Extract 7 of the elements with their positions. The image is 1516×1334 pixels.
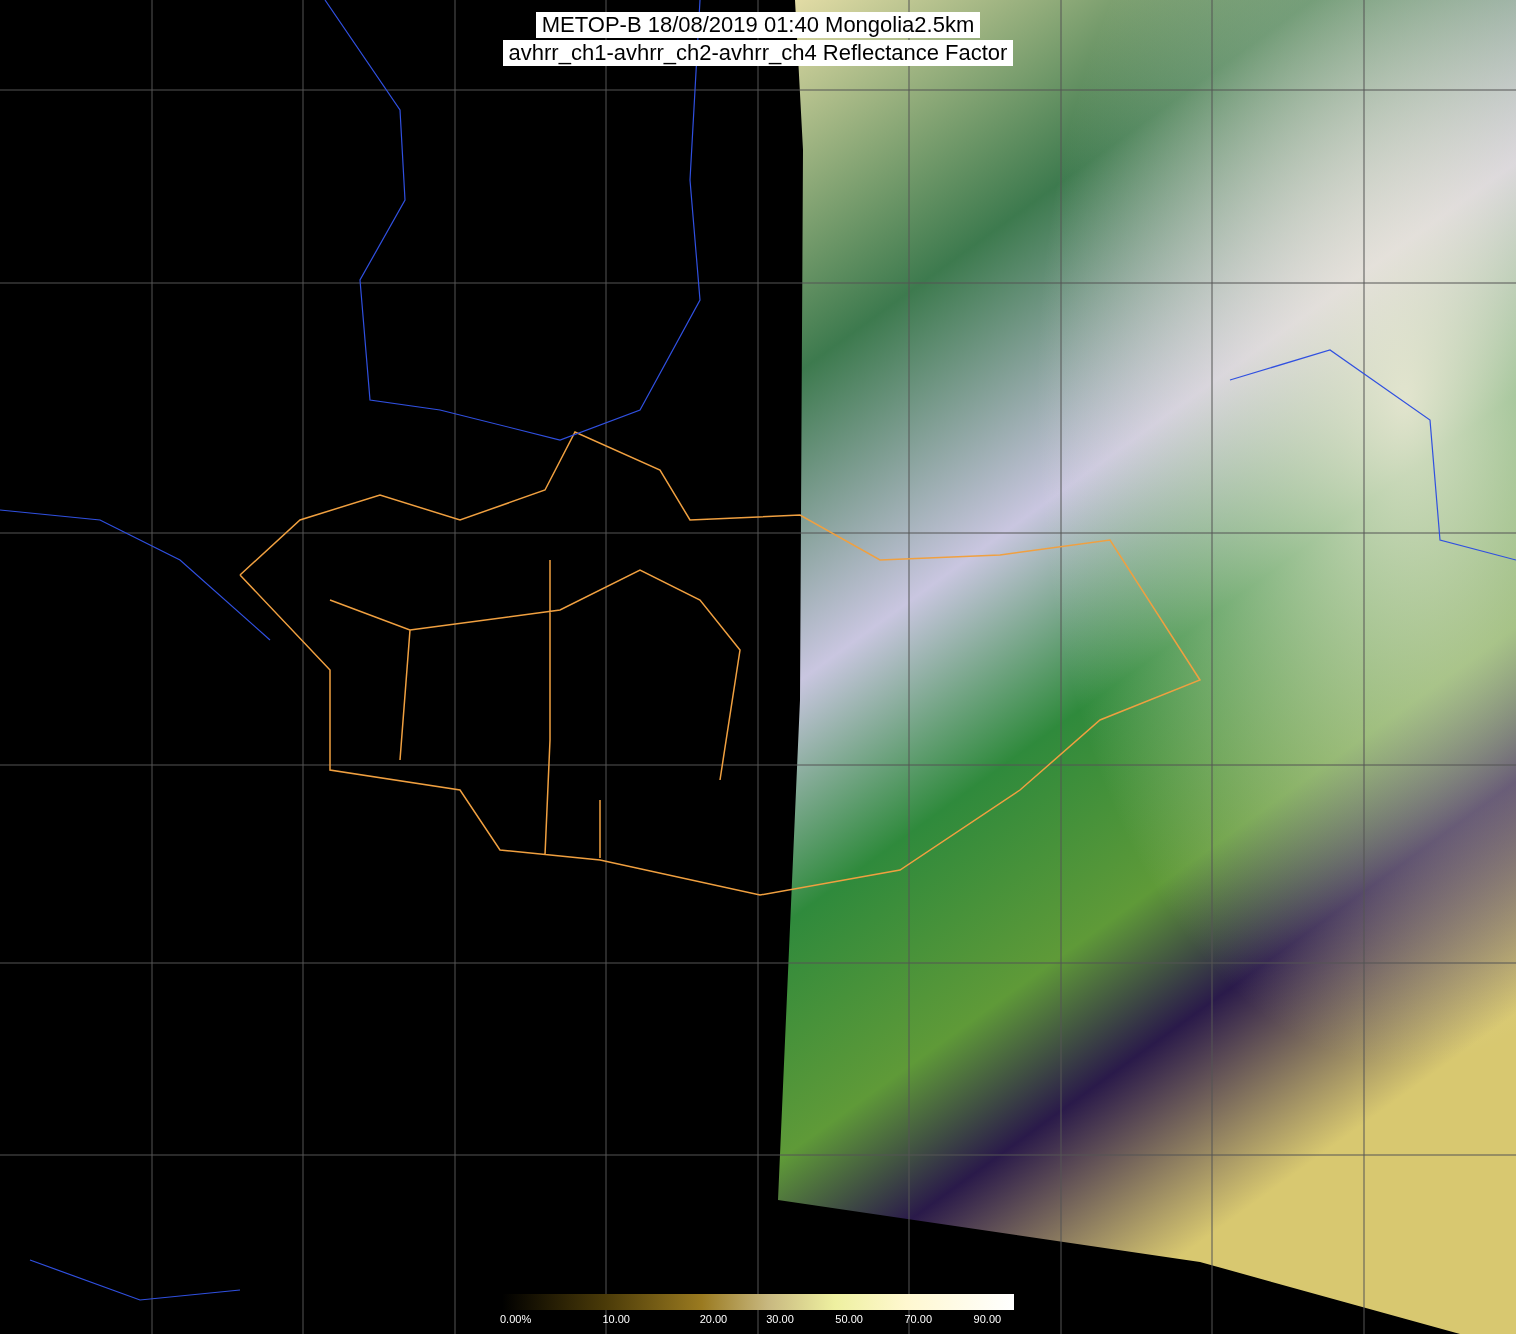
colorbar-tick-label: 30.00 <box>766 1313 794 1325</box>
colorbar-tick-label: 20.00 <box>699 1313 728 1325</box>
colorbar-tick-label: 90.00 <box>973 1313 1002 1325</box>
colorbar-tick-label: 50.00 <box>835 1313 863 1325</box>
colorbar-tick-label: 10.00 <box>602 1313 630 1325</box>
colorbar-tick-label: 0.00% <box>500 1313 532 1325</box>
colorbar-tick-label: 70.00 <box>904 1313 932 1325</box>
